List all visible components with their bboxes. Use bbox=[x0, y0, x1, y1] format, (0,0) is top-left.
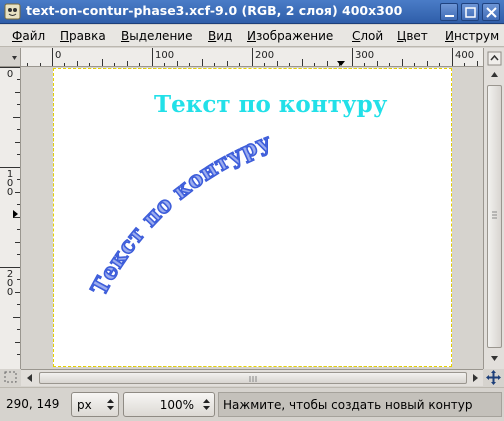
hruler-label-300: 300 bbox=[355, 50, 375, 61]
menu-tools[interactable]: Инструм bbox=[445, 29, 499, 43]
menu-edit[interactable]: Правка bbox=[60, 29, 106, 43]
vruler-label-100: 100 bbox=[6, 169, 14, 198]
image-canvas[interactable]: Текст по контуру Текст по контуру Текст … bbox=[53, 68, 452, 367]
title-bar: text-on-contur-phase3.xcf-9.0 (RGB, 2 сл… bbox=[0, 0, 504, 24]
close-icon bbox=[486, 7, 497, 18]
unit-value: px bbox=[77, 398, 92, 412]
scroll-left-icon[interactable] bbox=[24, 372, 36, 384]
scroll-up-icon[interactable] bbox=[487, 67, 502, 82]
unit-selector[interactable]: px bbox=[71, 392, 119, 417]
ruler-corner-arrow-icon bbox=[12, 56, 17, 60]
minimize-button[interactable] bbox=[440, 3, 458, 21]
gimp-app-icon[interactable] bbox=[4, 3, 21, 20]
vruler-label-200: 200 bbox=[6, 269, 14, 298]
close-button[interactable] bbox=[482, 3, 500, 21]
quick-mask-button[interactable] bbox=[0, 369, 21, 386]
hruler-label-0: 0 bbox=[55, 50, 62, 61]
hruler-label-400: 400 bbox=[455, 50, 475, 61]
spin-arrows-icon bbox=[203, 399, 210, 410]
vertical-scroll-thumb[interactable] bbox=[487, 85, 502, 348]
scroll-right-icon[interactable] bbox=[469, 372, 481, 384]
zoom-value: 100% bbox=[159, 398, 194, 412]
menu-view[interactable]: Вид bbox=[208, 29, 232, 43]
zoom-selector[interactable]: 100% bbox=[123, 392, 215, 417]
grip-icon-horizontal bbox=[249, 376, 257, 382]
menu-image[interactable]: Изображение bbox=[247, 29, 333, 43]
menu-layer[interactable]: Слой bbox=[352, 29, 383, 43]
maximize-icon bbox=[465, 7, 476, 18]
canvas-area[interactable]: Текст по контуру Текст по контуру Текст … bbox=[22, 68, 483, 369]
hruler-label-200: 200 bbox=[255, 50, 275, 61]
scroll-down-icon[interactable] bbox=[487, 351, 502, 366]
vertical-ruler-ticks bbox=[0, 67, 20, 355]
navigate-button[interactable] bbox=[483, 369, 504, 386]
grip-icon bbox=[492, 211, 497, 219]
minimize-icon bbox=[445, 15, 454, 17]
ruler-corner[interactable] bbox=[0, 48, 21, 67]
vertical-ruler[interactable]: 0 100 200 bbox=[0, 67, 21, 369]
vruler-label-0: 0 bbox=[6, 69, 14, 80]
menu-bar: Файл Правка Выделение Вид Изображение Сл… bbox=[0, 25, 504, 47]
horizontal-scrollbar[interactable] bbox=[21, 369, 483, 386]
spin-arrows-icon bbox=[107, 399, 114, 410]
menu-select[interactable]: Выделение bbox=[121, 29, 192, 43]
menu-file[interactable]: Файл bbox=[12, 29, 45, 43]
status-bar: 290, 149 px 100% Нажмите, чтобы создать … bbox=[0, 387, 504, 421]
quick-mask-icon bbox=[4, 371, 17, 383]
pointer-position-marker-vertical bbox=[13, 210, 18, 218]
horizontal-ruler[interactable]: 0 100 200 300 400 bbox=[21, 48, 483, 67]
hruler-label-100: 100 bbox=[155, 50, 175, 61]
zoom-fit-icon[interactable] bbox=[487, 51, 502, 66]
pointer-coordinates: 290, 149 bbox=[6, 397, 60, 411]
window-title: text-on-contur-phase3.xcf-9.0 (RGB, 2 сл… bbox=[26, 3, 403, 18]
curved-text-fill: Текст по контуру bbox=[86, 129, 275, 300]
status-message-text: Нажмите, чтобы создать новый контур bbox=[223, 398, 473, 412]
pointer-position-marker bbox=[337, 61, 345, 66]
horizontal-ruler-ticks bbox=[27, 48, 478, 66]
maximize-button[interactable] bbox=[461, 3, 479, 21]
horizontal-scroll-thumb[interactable] bbox=[39, 372, 467, 384]
status-message: Нажмите, чтобы создать новый контур bbox=[218, 392, 502, 417]
curved-text-layer: Текст по контуру Текст по контуру bbox=[86, 128, 276, 301]
menu-colors[interactable]: Цвет bbox=[397, 29, 428, 43]
navigate-icon bbox=[486, 370, 501, 385]
vertical-scrollbar[interactable] bbox=[483, 48, 504, 369]
